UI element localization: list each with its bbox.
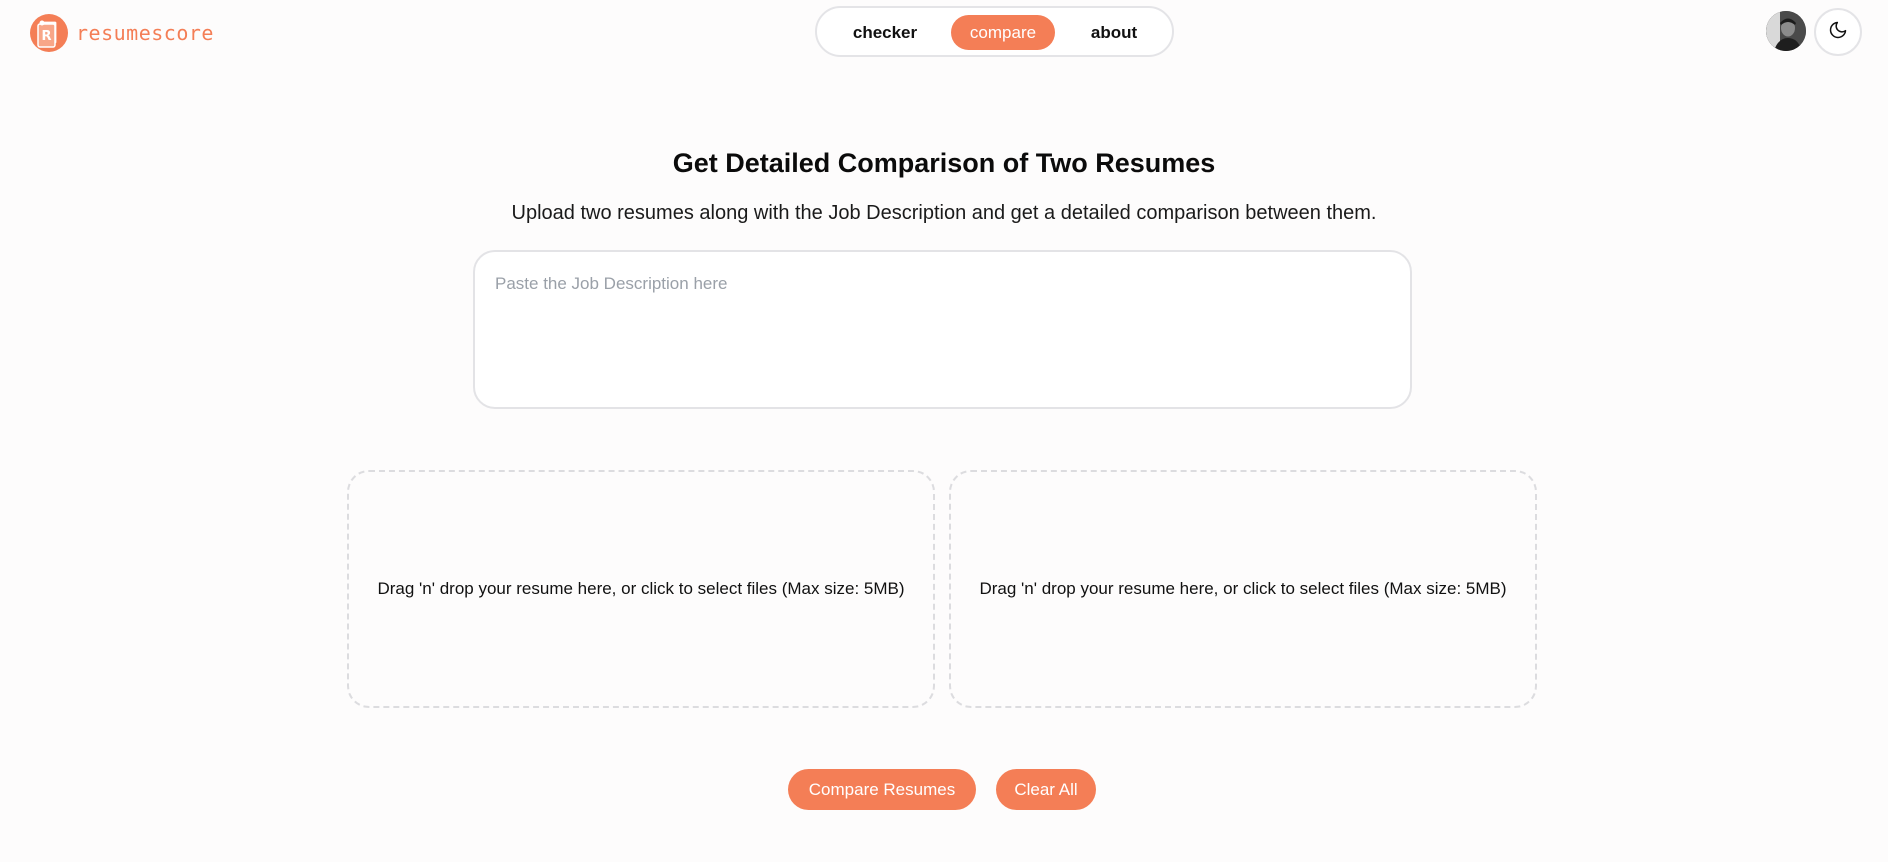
theme-toggle-button[interactable] bbox=[1814, 8, 1862, 56]
moon-icon bbox=[1828, 20, 1848, 45]
nav-item-about[interactable]: about bbox=[1067, 15, 1161, 50]
resume-dropzone-1[interactable]: Drag 'n' drop your resume here, or click… bbox=[347, 470, 935, 708]
logo-text: resumescore bbox=[76, 21, 214, 45]
page-subtitle: Upload two resumes along with the Job De… bbox=[511, 202, 1377, 224]
user-avatar[interactable] bbox=[1766, 11, 1806, 51]
nav-item-checker[interactable]: checker bbox=[835, 15, 935, 50]
compare-resumes-button[interactable]: Compare Resumes bbox=[788, 769, 976, 810]
dropzone-text: Drag 'n' drop your resume here, or click… bbox=[979, 579, 1507, 598]
resume-dropzone-2[interactable]: Drag 'n' drop your resume here, or click… bbox=[949, 470, 1537, 708]
dropzone-text: Drag 'n' drop your resume here, or click… bbox=[377, 579, 905, 598]
clear-all-button[interactable]: Clear All bbox=[996, 769, 1096, 810]
logo-link[interactable]: R resumescore bbox=[30, 14, 214, 52]
main-nav: checker compare about bbox=[815, 6, 1174, 57]
nav-item-compare[interactable]: compare bbox=[951, 15, 1055, 50]
resume-document-icon: R bbox=[30, 14, 68, 52]
page-title: Get Detailed Comparison of Two Resumes bbox=[672, 148, 1216, 178]
svg-text:R: R bbox=[41, 29, 51, 44]
job-description-input[interactable] bbox=[473, 250, 1412, 409]
